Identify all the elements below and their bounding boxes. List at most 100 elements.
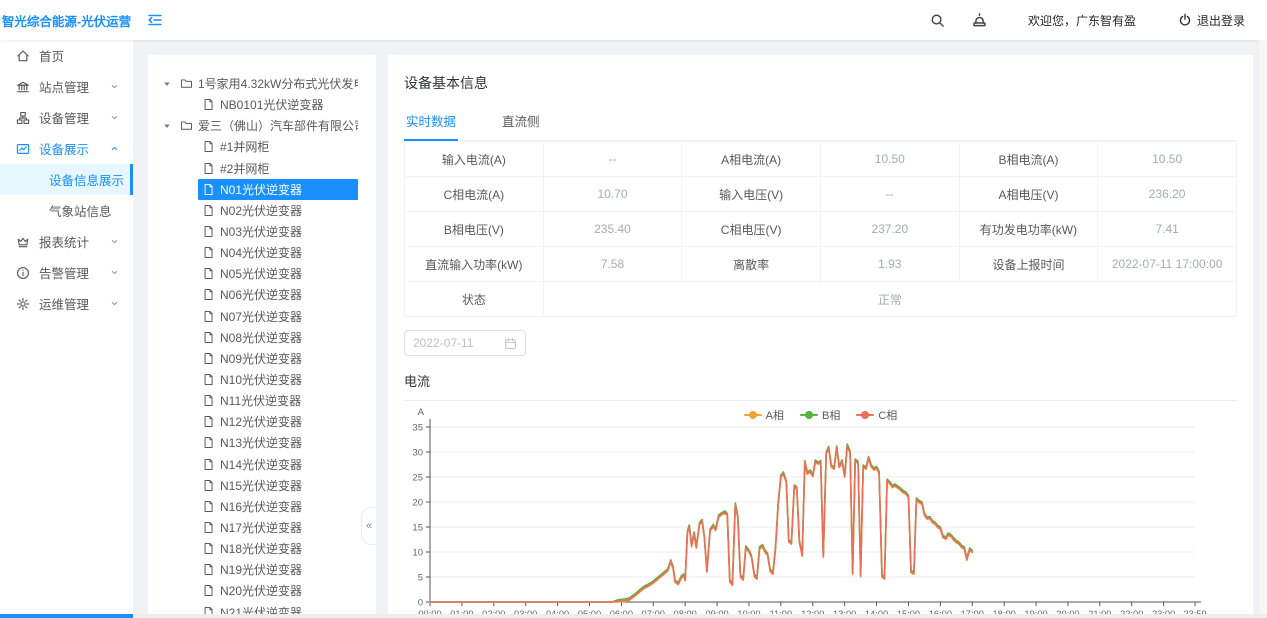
tree-node-device-19[interactable]: N15光伏逆变器 bbox=[148, 475, 376, 496]
logout-button[interactable]: 退出登录 bbox=[1178, 12, 1245, 29]
tree-node-device-16[interactable]: N12光伏逆变器 bbox=[148, 411, 376, 432]
sidebar-item-label: 站点管理 bbox=[39, 77, 89, 96]
file-icon bbox=[202, 140, 215, 153]
file-icon bbox=[202, 98, 215, 111]
tree-node-device-18[interactable]: N14光伏逆变器 bbox=[148, 454, 376, 475]
tree-node-label: #1并网柜 bbox=[220, 138, 269, 155]
vertical-scrollbar[interactable] bbox=[1258, 40, 1267, 618]
file-icon bbox=[202, 542, 215, 555]
tab-1[interactable]: 直流侧 bbox=[500, 106, 542, 140]
sidebar-item-label: 告警管理 bbox=[39, 263, 89, 282]
tree-node-device-22[interactable]: N18光伏逆变器 bbox=[148, 538, 376, 559]
tree-node-label: N01光伏逆变器 bbox=[220, 181, 302, 198]
sidebar-item-1[interactable]: 站点管理 bbox=[0, 71, 133, 102]
caret-down-icon[interactable] bbox=[162, 121, 176, 131]
tree-node-device-5[interactable]: N01光伏逆变器 bbox=[148, 179, 376, 200]
tree-node-device-10[interactable]: N06光伏逆变器 bbox=[148, 284, 376, 305]
sidebar-item-0[interactable]: 首页 bbox=[0, 40, 133, 71]
file-icon bbox=[202, 288, 215, 301]
table-row-4: 状态正常 bbox=[405, 282, 1237, 317]
field-label: B相电压(V) bbox=[405, 212, 544, 247]
svg-text:15: 15 bbox=[412, 523, 423, 534]
date-picker[interactable]: 2022-07-11 bbox=[404, 330, 526, 356]
tree-node-device-8[interactable]: N04光伏逆变器 bbox=[148, 242, 376, 263]
tree-node-device-6[interactable]: N02光伏逆变器 bbox=[148, 200, 376, 221]
tree-node-device-17[interactable]: N13光伏逆变器 bbox=[148, 432, 376, 453]
sidebar-item-8[interactable]: 运维管理 bbox=[0, 288, 133, 319]
chevron-down-icon bbox=[110, 299, 119, 308]
field-value: 10.50 bbox=[820, 142, 959, 177]
tree-node-device-1[interactable]: NB0101光伏逆变器 bbox=[148, 94, 376, 115]
search-icon[interactable] bbox=[930, 13, 945, 28]
sidebar-item-2[interactable]: 设备管理 bbox=[0, 102, 133, 133]
legend-marker-icon bbox=[800, 411, 818, 419]
tree-node-label: N05光伏逆变器 bbox=[220, 265, 302, 282]
tree-node-label: N15光伏逆变器 bbox=[220, 477, 302, 494]
tree-node-device-9[interactable]: N05光伏逆变器 bbox=[148, 263, 376, 284]
home-icon bbox=[16, 49, 30, 63]
horizontal-scrollbar-thumb[interactable] bbox=[0, 614, 133, 618]
tree-node-device-7[interactable]: N03光伏逆变器 bbox=[148, 221, 376, 242]
tree-collapse-handle[interactable]: « bbox=[361, 507, 376, 545]
file-icon bbox=[202, 352, 215, 365]
tree-node-label: #2并网柜 bbox=[220, 160, 269, 177]
tree-node-device-4[interactable]: #2并网柜 bbox=[148, 158, 376, 179]
folder-icon bbox=[180, 77, 193, 90]
legend-label: C相 bbox=[878, 407, 897, 423]
sidebar: 首页站点管理设备管理设备展示设备信息展示气象站信息报表统计告警管理运维管理 bbox=[0, 40, 133, 618]
tree-node-station-2[interactable]: 爱三（佛山）汽车部件有限公司光伏发 bbox=[148, 115, 376, 136]
tree-node-device-21[interactable]: N17光伏逆变器 bbox=[148, 517, 376, 538]
file-icon bbox=[202, 500, 215, 513]
file-icon bbox=[202, 331, 215, 344]
tree-node-label: 1号家用4.32kW分布式光伏发电站 bbox=[198, 75, 358, 92]
tree-node-device-20[interactable]: N16光伏逆变器 bbox=[148, 496, 376, 517]
file-icon bbox=[202, 267, 215, 280]
legend-item-B相[interactable]: B相 bbox=[800, 407, 840, 423]
field-value: -- bbox=[820, 177, 959, 212]
file-icon bbox=[202, 479, 215, 492]
file-icon bbox=[202, 584, 215, 597]
tree-node-station-0[interactable]: 1号家用4.32kW分布式光伏发电站 bbox=[148, 73, 376, 94]
field-value: -- bbox=[543, 142, 682, 177]
file-icon bbox=[202, 162, 215, 175]
tab-0[interactable]: 实时数据 bbox=[404, 106, 458, 141]
logout-label: 退出登录 bbox=[1197, 12, 1245, 29]
tree-node-device-12[interactable]: N08光伏逆变器 bbox=[148, 327, 376, 348]
file-icon bbox=[202, 563, 215, 576]
tree-node-label: 爱三（佛山）汽车部件有限公司光伏发 bbox=[198, 117, 358, 134]
field-label: 输入电流(A) bbox=[405, 142, 544, 177]
tree-node-label: N20光伏逆变器 bbox=[220, 582, 302, 599]
svg-text:35: 35 bbox=[412, 423, 423, 434]
field-label: A相电压(V) bbox=[959, 177, 1098, 212]
field-label: 有功发电功率(kW) bbox=[959, 212, 1098, 247]
tree-node-device-15[interactable]: N11光伏逆变器 bbox=[148, 390, 376, 411]
sidebar-item-7[interactable]: 告警管理 bbox=[0, 257, 133, 288]
sidebar-item-5[interactable]: 气象站信息 bbox=[0, 195, 133, 226]
tree-node-device-24[interactable]: N20光伏逆变器 bbox=[148, 580, 376, 601]
sidebar-item-3[interactable]: 设备展示 bbox=[0, 133, 133, 164]
svg-text:5: 5 bbox=[418, 573, 423, 584]
tree-node-device-23[interactable]: N19光伏逆变器 bbox=[148, 559, 376, 580]
legend-item-C相[interactable]: C相 bbox=[856, 407, 897, 423]
chart-legend: A相 B相 C相 bbox=[404, 407, 1237, 423]
alarm-icon[interactable] bbox=[971, 12, 988, 29]
sidebar-item-label: 报表统计 bbox=[39, 232, 89, 251]
field-value: 235.40 bbox=[543, 212, 682, 247]
tree-node-device-14[interactable]: N10光伏逆变器 bbox=[148, 369, 376, 390]
file-icon bbox=[202, 436, 215, 449]
sidebar-item-4[interactable]: 设备信息展示 bbox=[0, 164, 133, 195]
tree-node-device-13[interactable]: N09光伏逆变器 bbox=[148, 348, 376, 369]
legend-item-A相[interactable]: A相 bbox=[744, 407, 784, 423]
menu-fold-icon[interactable] bbox=[147, 12, 163, 28]
caret-down-icon[interactable] bbox=[162, 79, 176, 89]
top-bar: 智光综合能源-光伏运营 欢迎您，广东智有盈 退出登录 bbox=[0, 0, 1267, 40]
chevron-down-icon bbox=[110, 82, 119, 91]
cluster-icon bbox=[16, 111, 30, 125]
tree-node-label: N14光伏逆变器 bbox=[220, 456, 302, 473]
tree-node-device-3[interactable]: #1并网柜 bbox=[148, 136, 376, 157]
legend-marker-icon bbox=[744, 411, 762, 419]
sidebar-item-6[interactable]: 报表统计 bbox=[0, 226, 133, 257]
table-row-2: B相电压(V)235.40C相电压(V)237.20有功发电功率(kW)7.41 bbox=[405, 212, 1237, 247]
tree-node-label: N04光伏逆变器 bbox=[220, 244, 302, 261]
tree-node-device-11[interactable]: N07光伏逆变器 bbox=[148, 306, 376, 327]
